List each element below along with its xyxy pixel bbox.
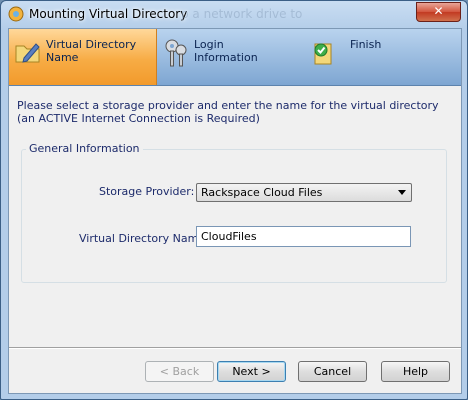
step-finish: Finish [306, 29, 461, 85]
app-icon [8, 6, 24, 22]
group-title: General Information [26, 142, 143, 155]
cancel-button[interactable]: Cancel [298, 361, 367, 382]
wizard-client-area: Virtual Directory Name Login Information [8, 28, 462, 394]
help-button[interactable]: Help [381, 361, 450, 382]
back-button[interactable]: < Back [145, 361, 214, 382]
virtual-directory-name-label: Virtual Directory Name [79, 232, 206, 245]
wizard-window: Mounting Virtual Directory p a network d… [0, 0, 468, 400]
close-button[interactable]: ✕ [416, 2, 461, 22]
virtual-directory-name-value: CloudFiles [201, 230, 257, 243]
window-title: Mounting Virtual Directory [29, 7, 188, 21]
step-label-line1: Finish [350, 38, 382, 51]
folder-check-icon [314, 43, 332, 65]
next-button[interactable]: Next > [217, 361, 286, 382]
virtual-directory-name-input[interactable]: CloudFiles [196, 226, 411, 247]
wizard-steps: Virtual Directory Name Login Information [9, 29, 461, 86]
keys-icon [165, 39, 187, 67]
step-label-line2: Information [194, 51, 258, 64]
step-login-information: Login Information [157, 29, 305, 85]
button-separator [9, 347, 461, 349]
step-label-line1: Login [194, 38, 224, 51]
general-information-group: General Information [21, 142, 447, 283]
background-window-text: p a network drive to [181, 7, 303, 21]
step-virtual-directory-name: Virtual Directory Name [9, 29, 157, 85]
storage-provider-select[interactable]: Rackspace Cloud Files [196, 183, 412, 202]
chevron-down-icon [398, 190, 406, 195]
step-label-line2: Name [46, 51, 79, 64]
storage-provider-label: Storage Provider: [99, 185, 195, 198]
title-bar[interactable]: Mounting Virtual Directory p a network d… [1, 1, 467, 27]
storage-provider-value: Rackspace Cloud Files [201, 186, 323, 199]
step-label-line1: Virtual Directory [46, 38, 137, 51]
instructions-text: Please select a storage provider and ent… [17, 99, 439, 125]
folder-pencil-icon [15, 43, 40, 63]
